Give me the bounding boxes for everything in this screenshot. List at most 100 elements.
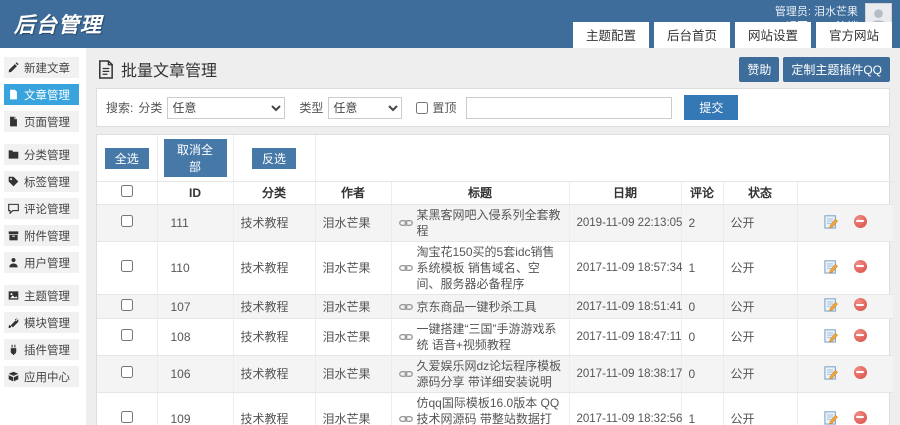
sidebar: 新建文章文章管理页面管理分类管理标签管理评论管理附件管理用户管理主题管理模块管理… <box>0 48 86 425</box>
type-select[interactable]: 任意 <box>328 96 403 119</box>
edit-icon[interactable] <box>824 365 838 380</box>
sidebar-item-label: 主题管理 <box>24 290 70 303</box>
submit-button[interactable]: 提交 <box>684 95 739 120</box>
main-content: 批量文章管理 赞助 定制主题插件QQ 搜索: 分类 任意 类型 任意 置顶 提交 <box>86 48 900 425</box>
keyword-input[interactable] <box>466 96 673 119</box>
delete-icon[interactable] <box>853 259 867 273</box>
category-select[interactable]: 任意 <box>167 96 286 119</box>
cell-category: 技术教程 <box>233 294 316 319</box>
header-checkbox[interactable] <box>120 185 133 197</box>
link-icon[interactable] <box>398 218 413 228</box>
cell-date: 2019-11-09 22:13:05 <box>569 204 682 242</box>
sidebar-item-comment[interactable]: 评论管理 <box>4 198 79 219</box>
cell-status: 公开 <box>723 204 798 242</box>
sidebar-item-tag[interactable]: 标签管理 <box>4 171 79 192</box>
link-icon[interactable] <box>398 369 413 379</box>
column-header: 分类 <box>233 181 316 205</box>
sidebar-item-theme[interactable]: 主题管理 <box>4 285 79 306</box>
delete-icon[interactable] <box>853 410 867 424</box>
article-table: 全选 取消全部 反选 ID 分类 作者 标题 日期 评论 状态 111 技术教程 泪水芒果 某黑客网吧入侵… <box>97 135 894 425</box>
sidebar-item-user[interactable]: 用户管理 <box>4 252 79 273</box>
row-checkbox-cell <box>97 294 158 319</box>
row-checkbox[interactable] <box>120 366 133 378</box>
delete-icon[interactable] <box>853 365 867 379</box>
type-label: 类型 <box>299 101 324 115</box>
category-label: 分类 <box>138 101 163 115</box>
cell-comments: 1 <box>681 241 724 295</box>
cell-category: 技术教程 <box>233 355 316 393</box>
button-cell: 取消全部 <box>157 135 234 182</box>
appcenter-icon <box>8 371 20 383</box>
select-all-button[interactable]: 全选 <box>104 147 149 169</box>
sidebar-item-label: 文章管理 <box>24 89 70 102</box>
edit-icon[interactable] <box>824 328 838 343</box>
edit-icon[interactable] <box>824 410 838 425</box>
edit-icon[interactable] <box>824 214 838 229</box>
link-icon[interactable] <box>398 263 413 273</box>
sidebar-item-archive[interactable]: 附件管理 <box>4 225 79 246</box>
sidebar-item-article[interactable]: 文章管理 <box>4 84 79 105</box>
delete-icon[interactable] <box>853 298 867 311</box>
article-title: 京东商品一键秒杀工具 <box>416 299 537 314</box>
invert-selection-button[interactable]: 反选 <box>251 147 296 169</box>
cell-comments: 1 <box>681 392 724 425</box>
header-checkbox-cell <box>97 181 158 205</box>
cell-author: 泪水芒果 <box>315 318 392 356</box>
row-checkbox[interactable] <box>120 298 133 311</box>
sidebar-item-appcenter[interactable]: 应用中心 <box>4 366 79 387</box>
delete-icon[interactable] <box>853 328 867 342</box>
delete-icon[interactable] <box>853 214 867 228</box>
cell-title: 仿qq国际模板16.0版本 QQ技术网源码 带整站数据打包下载 <box>391 392 570 425</box>
actions-wrap <box>824 328 867 343</box>
cell-id: 108 <box>157 318 234 356</box>
sidebar-item-plugin[interactable]: 插件管理 <box>4 339 79 360</box>
deselect-all-button[interactable]: 取消全部 <box>163 139 227 177</box>
sidebar-item-pencil[interactable]: 新建文章 <box>4 57 79 78</box>
pinned-checkbox[interactable] <box>416 101 429 114</box>
cell-id: 107 <box>157 294 234 319</box>
cell-date: 2017-11-09 18:47:11 <box>569 318 682 356</box>
link-icon[interactable] <box>398 302 413 312</box>
header-tab[interactable]: 官方网站 <box>815 22 892 48</box>
link-icon[interactable] <box>398 332 413 342</box>
column-header: 状态 <box>723 181 798 205</box>
table-row: 106 技术教程 泪水芒果 久爱娱乐网dz论坛程序模板源码分享 带详细安装说明 2017… <box>97 355 894 393</box>
row-checkbox[interactable] <box>120 329 133 341</box>
sidebar-item-folder[interactable]: 分类管理 <box>4 144 79 165</box>
edit-icon[interactable] <box>824 259 838 274</box>
link-icon[interactable] <box>398 414 413 424</box>
search-label: 搜索: <box>106 101 134 115</box>
edit-icon[interactable] <box>824 297 838 312</box>
document-edit-icon <box>96 59 115 79</box>
header-tabs: 主题配置 后台首页 网站设置 官方网站 <box>572 22 892 48</box>
sidebar-item-page[interactable]: 页面管理 <box>4 111 79 132</box>
module-icon <box>8 317 20 329</box>
cell-status: 公开 <box>723 355 798 393</box>
row-checkbox[interactable] <box>120 215 133 227</box>
article-title: 久爱娱乐网dz论坛程序模板源码分享 带详细安装说明 <box>416 359 562 389</box>
cell-title: 某黑客网吧入侵系列全套教程 <box>391 204 570 242</box>
header-tab[interactable]: 后台首页 <box>653 22 730 48</box>
cell-date: 2017-11-09 18:32:56 <box>569 392 682 425</box>
article-title: 仿qq国际模板16.0版本 QQ技术网源码 带整站数据打包下载 <box>416 396 560 425</box>
article-title: 某黑客网吧入侵系列全套教程 <box>416 208 561 238</box>
row-checkbox[interactable] <box>120 411 133 423</box>
cell-category: 技术教程 <box>233 204 316 242</box>
header-tab[interactable]: 主题配置 <box>572 22 649 48</box>
title-wrap: 某黑客网吧入侵系列全套教程 <box>398 207 562 239</box>
row-checkbox-cell <box>97 204 158 242</box>
sponsor-button[interactable]: 赞助 <box>739 56 780 82</box>
row-checkbox-cell <box>97 318 158 356</box>
sidebar-item-label: 用户管理 <box>24 257 70 270</box>
cell-id: 106 <box>157 355 234 393</box>
sidebar-item-label: 应用中心 <box>24 371 70 384</box>
cell-comments: 0 <box>681 318 724 356</box>
cell-title: 京东商品一键秒杀工具 <box>391 294 570 319</box>
custom-theme-qq-button[interactable]: 定制主题插件QQ <box>783 56 890 82</box>
sidebar-item-label: 分类管理 <box>24 149 70 162</box>
cell-date: 2017-11-09 18:38:17 <box>569 355 682 393</box>
row-checkbox[interactable] <box>120 260 133 272</box>
sidebar-item-module[interactable]: 模块管理 <box>4 312 79 333</box>
cell-status: 公开 <box>723 392 798 425</box>
header-tab[interactable]: 网站设置 <box>734 22 811 48</box>
